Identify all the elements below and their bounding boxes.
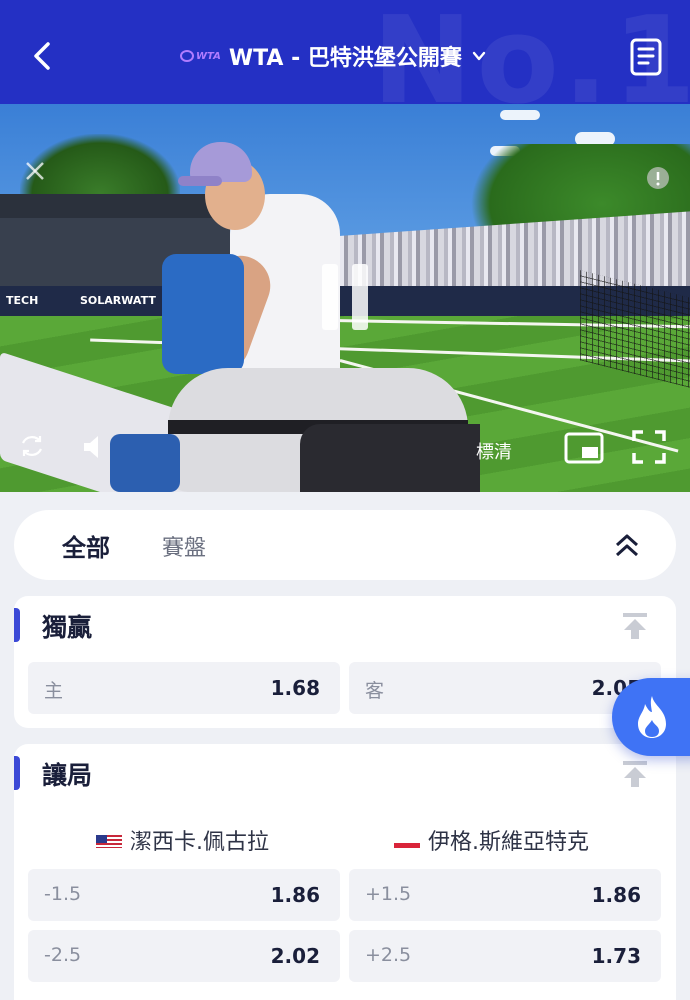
picture-in-picture-button[interactable]: [564, 432, 604, 464]
close-video-button[interactable]: [24, 160, 46, 182]
picture-in-picture-icon: [564, 432, 604, 464]
refresh-icon: [21, 436, 43, 456]
back-button[interactable]: [24, 36, 64, 76]
handicap-away-row1[interactable]: +1.5 1.86: [349, 869, 661, 921]
league-title: WTA - 巴特洪堡公開賽: [228, 46, 462, 71]
quality-selector[interactable]: 標清: [476, 438, 512, 464]
volume-button[interactable]: [82, 434, 104, 460]
poland-flag-icon: [394, 832, 420, 848]
refresh-button[interactable]: [18, 432, 46, 460]
section-accent: [14, 608, 20, 642]
pin-top-button[interactable]: [622, 612, 648, 640]
tab-sets[interactable]: 賽盤: [162, 530, 206, 562]
close-icon: [26, 162, 44, 180]
pause-icon: [322, 264, 338, 330]
live-video-player[interactable]: TECH SOLARWATT 標清: [0, 104, 690, 492]
usa-flag-icon: [96, 832, 122, 848]
wta-logo: WTA: [180, 50, 221, 62]
document-button[interactable]: [630, 38, 662, 76]
fire-icon: [638, 696, 666, 738]
market-tabs: 全部 賽盤: [14, 510, 676, 580]
market-title: 獨贏: [42, 613, 93, 642]
info-button[interactable]: [646, 166, 670, 190]
collapse-all-button[interactable]: [614, 532, 640, 558]
odds-cell-home[interactable]: 主 1.68: [28, 662, 340, 714]
handicap-home-row1[interactable]: -1.5 1.86: [28, 869, 340, 921]
top-header: No.1 WTA WTA - 巴特洪堡公開賽: [0, 0, 690, 104]
away-team-name: 伊格.斯維亞特克: [428, 830, 589, 855]
info-icon: [647, 167, 669, 189]
tab-all[interactable]: 全部: [62, 528, 110, 563]
market-handicap: 讓局 潔西卡.佩古拉 伊格.斯維亞特克 -1.5 1.86 +1.5 1.86 …: [14, 744, 676, 1000]
handicap-away-row2[interactable]: +2.5 1.73: [349, 930, 661, 982]
pause-button[interactable]: [322, 264, 370, 330]
fullscreen-button[interactable]: [632, 430, 666, 464]
fullscreen-icon: [632, 430, 666, 464]
hot-events-button[interactable]: [612, 678, 690, 756]
chevron-down-icon: [472, 51, 486, 61]
pin-to-top-icon: [623, 613, 647, 639]
double-chevron-up-icon: [615, 534, 639, 557]
speaker-icon: [84, 436, 98, 458]
market-winner: 獨贏 主 1.68 客 2.05: [14, 596, 676, 728]
home-team-header: 潔西卡.佩古拉: [96, 824, 269, 856]
section-accent: [14, 756, 20, 790]
away-team-header: 伊格.斯維亞特克: [394, 824, 589, 856]
home-team-name: 潔西卡.佩古拉: [130, 830, 269, 855]
chevron-left-icon: [34, 42, 50, 70]
handicap-home-row2[interactable]: -2.5 2.02: [28, 930, 340, 982]
market-title: 讓局: [42, 761, 93, 790]
pin-to-top-icon: [623, 761, 647, 787]
league-selector[interactable]: WTA WTA - 巴特洪堡公開賽: [180, 38, 486, 74]
document-icon: [630, 38, 662, 76]
pin-top-button[interactable]: [622, 760, 648, 788]
